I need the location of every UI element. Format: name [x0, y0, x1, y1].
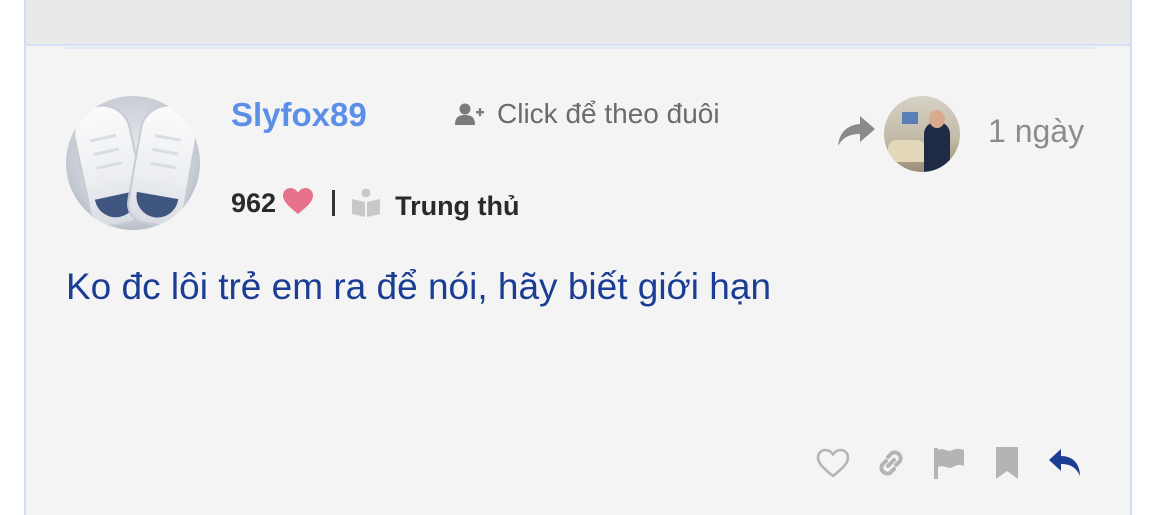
comment-card — [24, 0, 1132, 515]
timestamp: 1 ngày — [988, 113, 1085, 149]
like-button[interactable] — [814, 444, 852, 482]
heart-outline-icon — [816, 448, 850, 478]
avatar[interactable] — [66, 96, 200, 230]
reply-button[interactable] — [1046, 444, 1084, 482]
copy-link-button[interactable] — [872, 444, 910, 482]
user-stats: 962 Trung thủ — [231, 183, 520, 223]
follow-label: Click để theo đuôi — [497, 98, 720, 129]
user-score: 962 — [231, 187, 277, 218]
divider — [66, 47, 1094, 49]
flag-icon — [934, 448, 964, 479]
bookmark-button[interactable] — [988, 444, 1026, 482]
book-icon — [352, 188, 381, 217]
reply-target-avatar[interactable] — [884, 96, 960, 172]
separator — [332, 190, 336, 216]
share-icon[interactable] — [836, 114, 876, 148]
bookmark-icon — [996, 447, 1018, 479]
username[interactable]: Slyfox89 — [231, 96, 367, 134]
comment-text: Ko đc lôi trẻ em ra để nói, hãy biết giớ… — [66, 266, 772, 307]
reply-icon — [1049, 449, 1080, 476]
user-rank: Trung thủ — [395, 190, 520, 221]
comment-actions — [814, 444, 1104, 482]
heart-icon — [283, 188, 314, 214]
follow-button[interactable]: Click để theo đuôi — [455, 98, 720, 130]
previous-comment-card — [26, 0, 1130, 46]
link-icon — [879, 450, 903, 476]
user-plus-icon — [455, 103, 484, 125]
report-button[interactable] — [930, 444, 968, 482]
